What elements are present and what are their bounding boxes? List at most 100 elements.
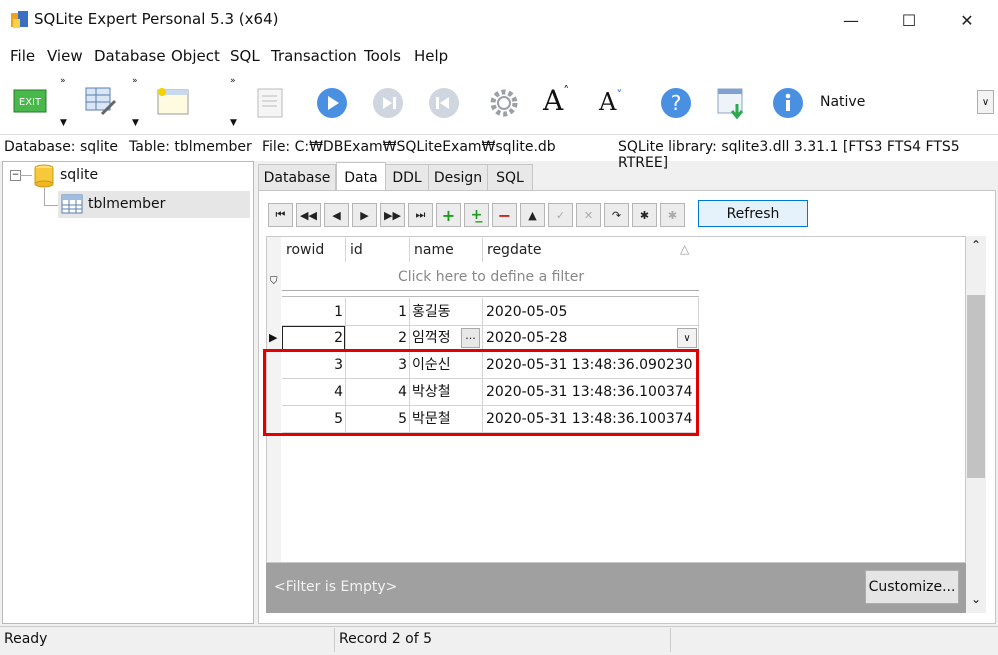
chevron-down-icon: ∨ [981,96,990,108]
dropdown-icon[interactable]: ▼ [230,118,237,128]
plus-icon: + [441,205,456,225]
more-icon[interactable]: » [60,76,66,86]
last-record-button[interactable]: ⏭ [408,203,433,227]
refresh-record-button[interactable]: ↷ [604,203,629,227]
next-record-button[interactable]: ▶ [352,203,377,227]
column-header-regdate[interactable]: regdate [487,242,542,258]
minimize-button[interactable]: — [822,0,880,40]
customize-button[interactable]: Customize... [865,570,959,604]
cell-regdate[interactable]: 2020-05-28 [486,325,676,351]
asterisk-icon: ✱ [639,208,650,222]
increase-font-icon[interactable]: A˄ [543,84,569,117]
step-icon[interactable] [371,86,405,120]
scrollbar-thumb[interactable] [967,295,985,478]
tree-db-label[interactable]: sqlite [60,167,98,183]
column-header-rowid[interactable]: rowid [286,242,324,258]
header-divider [345,238,346,262]
clear-null-button[interactable]: ✱ [660,203,685,227]
edit-sql-icon[interactable] [255,86,289,120]
cell-name[interactable]: 임꺽정 [412,325,462,351]
column-header-id[interactable]: id [350,242,363,258]
help-icon[interactable]: ? [659,86,693,120]
caret-up-icon: ▲ [528,208,537,222]
menu-sql[interactable]: SQL [230,47,260,65]
insert-record-button[interactable]: + [436,203,461,227]
dropdown-icon[interactable]: ▼ [132,118,139,128]
first-record-button[interactable]: ⏮ [268,203,293,227]
minimize-icon: — [843,10,859,30]
column-header-name[interactable]: name [414,242,454,258]
date-dropdown-button[interactable]: ∨ [677,328,697,348]
check-icon: ✓ [555,208,566,222]
table-icon [61,194,83,214]
post-edit-button[interactable]: ✓ [548,203,573,227]
settings-gear-icon[interactable] [487,86,521,120]
cell-rowid[interactable]: 2 [282,325,343,351]
maximize-icon: ☐ [901,10,917,30]
rewind-icon[interactable] [427,86,461,120]
dropdown-icon[interactable]: ▼ [60,118,67,128]
header-divider [409,238,410,262]
prior-page-button[interactable]: ◀◀ [296,203,321,227]
more-icon[interactable]: » [132,76,138,86]
status-ready: Ready [4,631,48,647]
more-icon[interactable]: » [230,76,236,86]
native-label[interactable]: Native [820,94,865,110]
menu-file[interactable]: File [10,47,35,65]
prior-record-button[interactable]: ◀ [324,203,349,227]
menu-database[interactable]: Database [94,47,166,65]
refresh-button[interactable]: Refresh [698,200,808,227]
scroll-up-icon[interactable]: ⌃ [971,238,981,252]
cell-rowid[interactable]: 1 [282,299,343,325]
schema-tree [2,161,254,624]
minus-icon: − [497,205,512,225]
tab-design[interactable]: Design [428,164,488,191]
prior-icon: ◀ [332,208,341,222]
table-tools-icon[interactable] [84,84,118,118]
next-page-button[interactable]: ▶▶ [380,203,405,227]
cell-regdate[interactable]: 2020-05-05 [486,299,696,325]
maximize-button[interactable]: ☐ [880,0,938,40]
new-object-icon[interactable] [156,86,190,120]
tab-label: DDL [392,170,422,186]
first-icon: ⏮ [275,208,286,221]
status-bar [0,626,998,655]
menu-view[interactable]: View [47,47,83,65]
close-button[interactable]: ✕ [938,0,996,40]
table-info: Table: tblmember [129,139,252,155]
header-divider [482,238,483,262]
tree-table-label[interactable]: tblmember [88,196,165,212]
decrease-font-icon[interactable]: A˅ [599,88,622,116]
download-update-icon[interactable] [715,86,749,120]
set-null-button[interactable]: ✱ [632,203,657,227]
menu-tools[interactable]: Tools [364,47,401,65]
toolbar-options-dropdown[interactable]: ∨ [977,90,994,114]
cell-name[interactable]: 홍길동 [412,299,480,325]
tab-sql[interactable]: SQL [487,164,533,191]
info-icon[interactable] [771,86,805,120]
tab-ddl[interactable]: DDL [385,164,429,191]
exit-icon[interactable]: EXIT [13,88,47,114]
append-record-button[interactable]: +̲ [464,203,489,227]
cell-id[interactable]: 2 [347,325,407,351]
svg-text:EXIT: EXIT [19,97,42,108]
tree-connector [44,188,45,205]
sqlite-expert-app-icon [11,11,28,28]
sort-indicator-icon: △ [680,242,690,256]
scroll-down-icon[interactable]: ⌄ [971,592,981,606]
cancel-edit-button[interactable]: ✕ [576,203,601,227]
menu-object[interactable]: Object [171,47,220,65]
menu-help[interactable]: Help [414,47,448,65]
tab-database[interactable]: Database [258,164,336,191]
next-page-icon: ▶▶ [384,208,401,222]
delete-record-button[interactable]: − [492,203,517,227]
status-divider [670,628,671,652]
execute-icon[interactable] [315,86,349,120]
edit-record-button[interactable]: ▲ [520,203,545,227]
ellipsis-button[interactable]: ··· [461,328,480,348]
filter-hint[interactable]: Click here to define a filter [398,269,584,285]
cell-id[interactable]: 1 [347,299,407,325]
tab-data[interactable]: Data [336,162,386,193]
cross-icon: ✕ [583,208,594,222]
menu-transaction[interactable]: Transaction [271,47,357,65]
